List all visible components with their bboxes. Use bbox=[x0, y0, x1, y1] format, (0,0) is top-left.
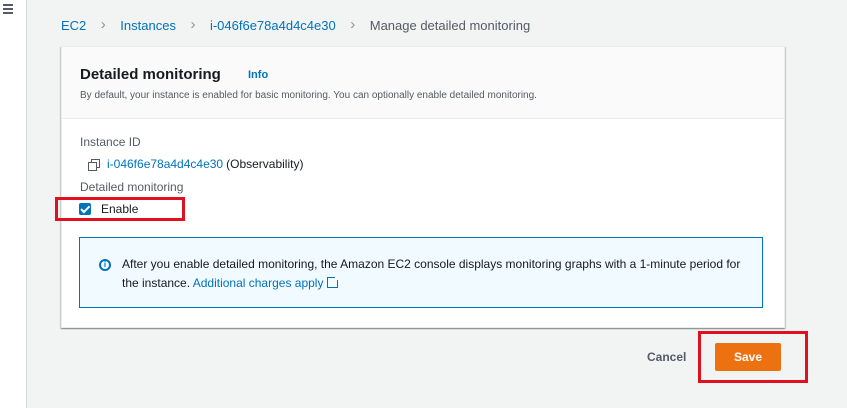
chevron-right-icon: › bbox=[190, 16, 196, 33]
detailed-monitoring-panel: Detailed monitoring Info By default, you… bbox=[61, 46, 785, 328]
chevron-right-icon: › bbox=[100, 16, 106, 33]
instance-id-link[interactable]: i-046f6e78a4d4c4e30 bbox=[107, 157, 223, 171]
copy-icon[interactable] bbox=[87, 158, 100, 171]
breadcrumb: EC2 › Instances › i-046f6e78a4d4c4e30 › … bbox=[61, 17, 530, 33]
chevron-right-icon: › bbox=[350, 16, 356, 33]
highlight-save-box bbox=[698, 331, 808, 383]
cancel-button[interactable]: Cancel bbox=[647, 350, 686, 364]
highlight-enable-box bbox=[55, 197, 185, 221]
menu-icon[interactable] bbox=[3, 4, 13, 14]
instance-id-label: Instance ID bbox=[80, 135, 141, 149]
info-icon: i bbox=[99, 259, 111, 271]
breadcrumb-ec2[interactable]: EC2 bbox=[61, 18, 86, 33]
panel-header: Detailed monitoring Info By default, you… bbox=[62, 47, 784, 119]
alert-text: After you enable detailed monitoring, th… bbox=[122, 255, 752, 293]
external-link-icon[interactable] bbox=[327, 275, 341, 288]
additional-charges-link[interactable]: Additional charges apply bbox=[193, 276, 324, 290]
info-alert: i After you enable detailed monitoring, … bbox=[79, 237, 763, 308]
side-nav-strip bbox=[0, 0, 27, 408]
breadcrumb-instances[interactable]: Instances bbox=[120, 18, 176, 33]
panel-description: By default, your instance is enabled for… bbox=[80, 90, 537, 101]
detailed-monitoring-label: Detailed monitoring bbox=[80, 180, 184, 194]
breadcrumb-instance-id[interactable]: i-046f6e78a4d4c4e30 bbox=[210, 18, 336, 33]
breadcrumb-current: Manage detailed monitoring bbox=[369, 17, 531, 33]
instance-name: (Observability) bbox=[226, 157, 304, 171]
panel-title: Detailed monitoring bbox=[80, 66, 221, 83]
info-link[interactable]: Info bbox=[248, 69, 268, 81]
instance-id-row: i-046f6e78a4d4c4e30 (Observability) bbox=[87, 157, 303, 171]
